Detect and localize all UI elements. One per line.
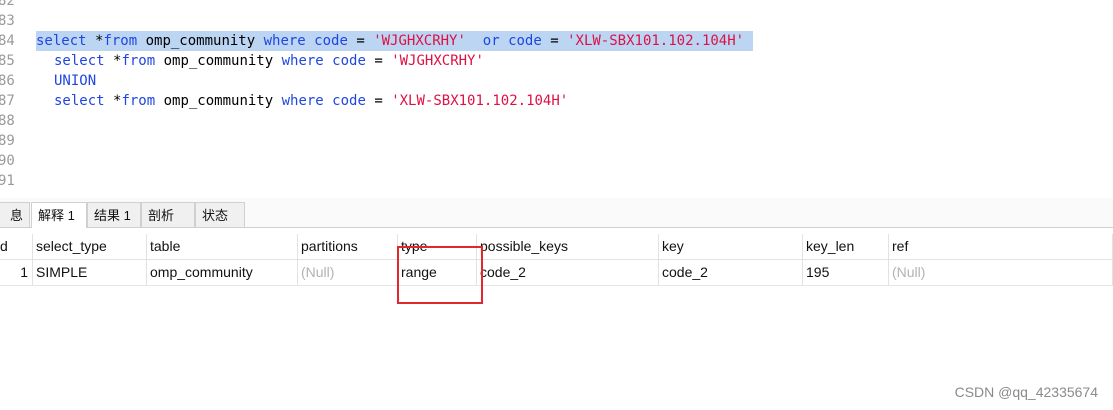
line-number: 91 [0,173,15,189]
code-text: select *from omp_community where code = … [36,31,753,51]
grid-header-row: d select_type table partitions type possible_… [0,234,1113,260]
editor-line[interactable]: 85 select *from omp_community where code … [0,51,1113,71]
line-number: 84 [0,33,15,49]
code-token: UNION [54,73,97,89]
column-header-key[interactable]: key [659,234,803,259]
code-token: from [121,53,156,69]
editor-line[interactable]: 83 [0,11,1113,31]
tab-0[interactable]: 息 [0,202,30,227]
column-header-type[interactable]: type [398,234,477,259]
column-header-partitions[interactable]: partitions [298,234,398,259]
sql-editor[interactable]: 82 83 84 select *from omp_community where c… [0,0,1113,196]
code-token: select [54,53,105,69]
editor-line[interactable]: 88 [0,111,1113,131]
code-token: 'XLW-SBX101.102.104H' [391,93,569,109]
code-text: select *from omp_community where code = … [54,91,568,111]
code-token: code [323,53,366,69]
editor-line[interactable]: 84 select *from omp_community where code … [0,31,1113,51]
line-number: 86 [0,73,15,89]
editor-line[interactable]: 82 [0,0,1113,11]
code-token: = [347,33,374,49]
code-token: code [323,93,366,109]
code-token: where [281,93,324,109]
code-token: omp_community [137,33,264,49]
tab-1[interactable]: 解释 1 [31,202,87,228]
cell-d[interactable]: 1 [0,260,33,285]
code-token: = [541,33,568,49]
column-header-ref[interactable]: ref [889,234,1113,259]
code-token: from [121,93,156,109]
tab-2[interactable]: 结果 1 [87,202,141,227]
code-token: * [86,33,104,49]
code-token: * [104,93,122,109]
cell-table[interactable]: omp_community [147,260,298,285]
code-token: omp_community [155,93,282,109]
table-row[interactable]: 1 SIMPLE omp_community (Null) range code_2 cod… [0,260,1113,286]
column-header-select-type[interactable]: select_type [33,234,147,259]
editor-line[interactable]: 89 [0,131,1113,151]
code-token: code [499,33,542,49]
code-text: UNION [54,71,96,91]
cell-partitions[interactable]: (Null) [298,260,398,285]
cell-key[interactable]: code_2 [659,260,803,285]
code-token: = [365,53,392,69]
line-number: 90 [0,153,15,169]
line-number: 83 [0,13,15,29]
line-number: 85 [0,53,15,69]
code-token: where [281,53,324,69]
code-token: select [54,93,105,109]
column-header-d[interactable]: d [0,234,33,259]
code-token: where [263,33,306,49]
code-token: 'WJGHXCRHY' [373,33,466,49]
tab-4[interactable]: 状态 [195,202,245,227]
column-header-table[interactable]: table [147,234,298,259]
cell-select-type[interactable]: SIMPLE [33,260,147,285]
cell-type[interactable]: range [398,260,477,285]
line-number: 89 [0,133,15,149]
line-number: 87 [0,93,15,109]
cell-ref[interactable]: (Null) [889,260,1113,285]
cell-key-len[interactable]: 195 [803,260,889,285]
code-token: code [305,33,348,49]
editor-line[interactable]: 87 select *from omp_community where code … [0,91,1113,111]
editor-line[interactable]: 90 [0,151,1113,171]
code-token: select [36,33,87,49]
watermark: CSDN @qq_42335674 [954,384,1098,400]
line-number: 88 [0,113,15,129]
column-header-possible-keys[interactable]: possible_keys [477,234,659,259]
result-tab-bar: 息解释 1 结果 1 剖析 状态 [0,198,1113,228]
line-number: 82 [0,0,15,9]
editor-line[interactable]: 86 UNION [0,71,1113,91]
code-text: select *from omp_community where code = … [54,51,484,71]
code-token: 'XLW-SBX101.102.104H' [567,33,745,49]
column-header-key-len[interactable]: key_len [803,234,889,259]
editor-line[interactable]: 91 [0,171,1113,191]
code-token: = [365,93,392,109]
code-token: * [104,53,122,69]
code-token: 'WJGHXCRHY' [391,53,484,69]
cell-possible-keys[interactable]: code_2 [477,260,659,285]
code-token: omp_community [155,53,282,69]
tab-3[interactable]: 剖析 [141,202,195,227]
code-token: from [103,33,138,49]
code-token: or [465,33,500,49]
